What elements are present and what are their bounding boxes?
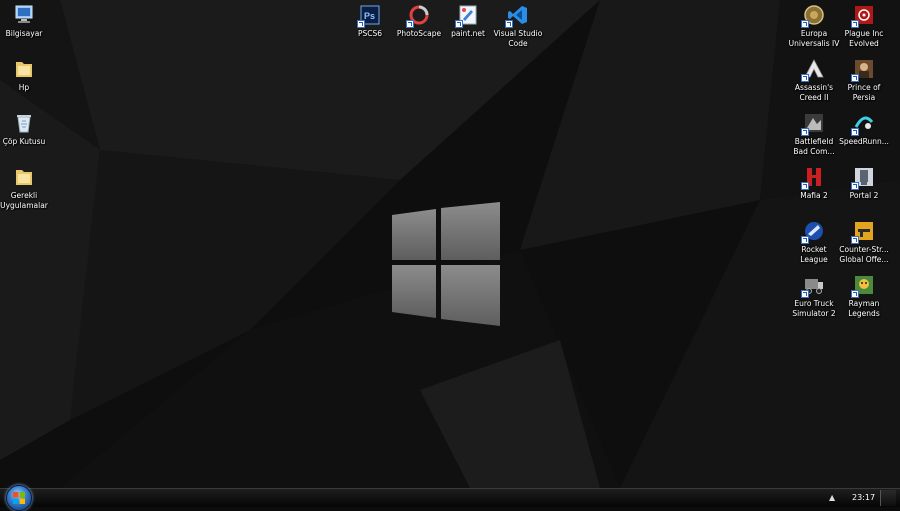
desktop-icon-gerekli-uygulamalar[interactable]: Gerekli Uygulamalar: [0, 166, 56, 218]
desktop-icon-plague-inc[interactable]: Plague Inc Evolved: [832, 4, 896, 56]
paintnet-icon: [455, 4, 479, 28]
plague-inc-icon: [851, 4, 875, 28]
desktop-icon-label: Plague Inc Evolved: [844, 29, 884, 48]
folder-icon: [13, 166, 35, 188]
shortcut-arrow-icon: [357, 20, 365, 28]
shortcut-arrow-icon: [851, 20, 859, 28]
shortcut-arrow-icon: [801, 74, 809, 82]
desktop-icon-csgo[interactable]: Counter-Str... Global Offe...: [832, 220, 896, 272]
desktop-icon-label: Visual Studio Code: [493, 29, 543, 48]
desktop-icon-label: SpeedRunn...: [839, 137, 889, 146]
desktop-icon-speedrunners[interactable]: SpeedRunn...: [832, 112, 896, 164]
desktop-icon-label: Gerekli Uygulamalar: [0, 191, 48, 210]
show-desktop-button[interactable]: [880, 490, 896, 506]
start-button[interactable]: [6, 485, 32, 511]
shortcut-arrow-icon: [801, 290, 809, 298]
shortcut-arrow-icon: [801, 128, 809, 136]
clock[interactable]: 23:17: [852, 493, 875, 502]
prince-of-persia-icon: [851, 58, 875, 82]
shortcut-arrow-icon: [851, 182, 859, 190]
shortcut-arrow-icon: [851, 290, 859, 298]
desktop-icon-label: Portal 2: [849, 191, 879, 200]
computer-icon: [13, 4, 35, 26]
desktop-icon-vscode[interactable]: Visual Studio Code: [486, 4, 550, 56]
shortcut-arrow-icon: [801, 20, 809, 28]
shortcut-arrow-icon: [851, 236, 859, 244]
europa-universalis-icon: [801, 4, 825, 28]
shortcut-arrow-icon: [505, 20, 513, 28]
desktop-icon-rayman[interactable]: Rayman Legends: [832, 274, 896, 326]
csgo-icon: [851, 220, 875, 244]
desktop-icon-cop-kutusu[interactable]: Çöp Kutusu: [0, 112, 56, 164]
wallpaper: [0, 0, 900, 488]
recycle-bin-icon: [13, 112, 35, 134]
desktop-icon-label: Hp: [18, 83, 30, 92]
rayman-icon: [851, 274, 875, 298]
euro-truck-icon: [801, 274, 825, 298]
shortcut-arrow-icon: [851, 74, 859, 82]
desktop-icon-label: Rayman Legends: [848, 299, 880, 318]
rocket-league-icon: [801, 220, 825, 244]
windows-flag-icon: [13, 492, 25, 504]
desktop-icon-portal[interactable]: Portal 2: [832, 166, 896, 218]
desktop-icon-label: Prince of Persia: [847, 83, 881, 102]
mafia-icon: [801, 166, 825, 190]
battlefield-icon: [801, 112, 825, 136]
speedrunners-icon: [851, 112, 875, 136]
desktop-icon-label: Counter-Str... Global Offe...: [839, 245, 889, 264]
taskbar: ▲ 23:17: [0, 485, 900, 511]
photoscape-icon: [406, 4, 430, 28]
folder-icon: [13, 58, 35, 80]
shortcut-arrow-icon: [801, 182, 809, 190]
shortcut-arrow-icon: [406, 20, 414, 28]
shortcut-arrow-icon: [801, 236, 809, 244]
assassins-creed-icon: [801, 58, 825, 82]
shortcut-arrow-icon: [455, 20, 463, 28]
photoshop-icon: Ps: [357, 4, 381, 28]
desktop-icon-prince-of-persia[interactable]: Prince of Persia: [832, 58, 896, 110]
desktop-icon-label: Çöp Kutusu: [2, 137, 46, 146]
desktop-icon-label: Bilgisayar: [5, 29, 43, 38]
desktop-icon-bilgisayar[interactable]: Bilgisayar: [0, 4, 56, 56]
svg-text:Ps: Ps: [364, 11, 375, 21]
show-hidden-icons-button[interactable]: ▲: [829, 493, 835, 502]
desktop-icon-hp[interactable]: Hp: [0, 58, 56, 110]
portal-icon: [851, 166, 875, 190]
vscode-icon: [505, 4, 529, 28]
shortcut-arrow-icon: [851, 128, 859, 136]
